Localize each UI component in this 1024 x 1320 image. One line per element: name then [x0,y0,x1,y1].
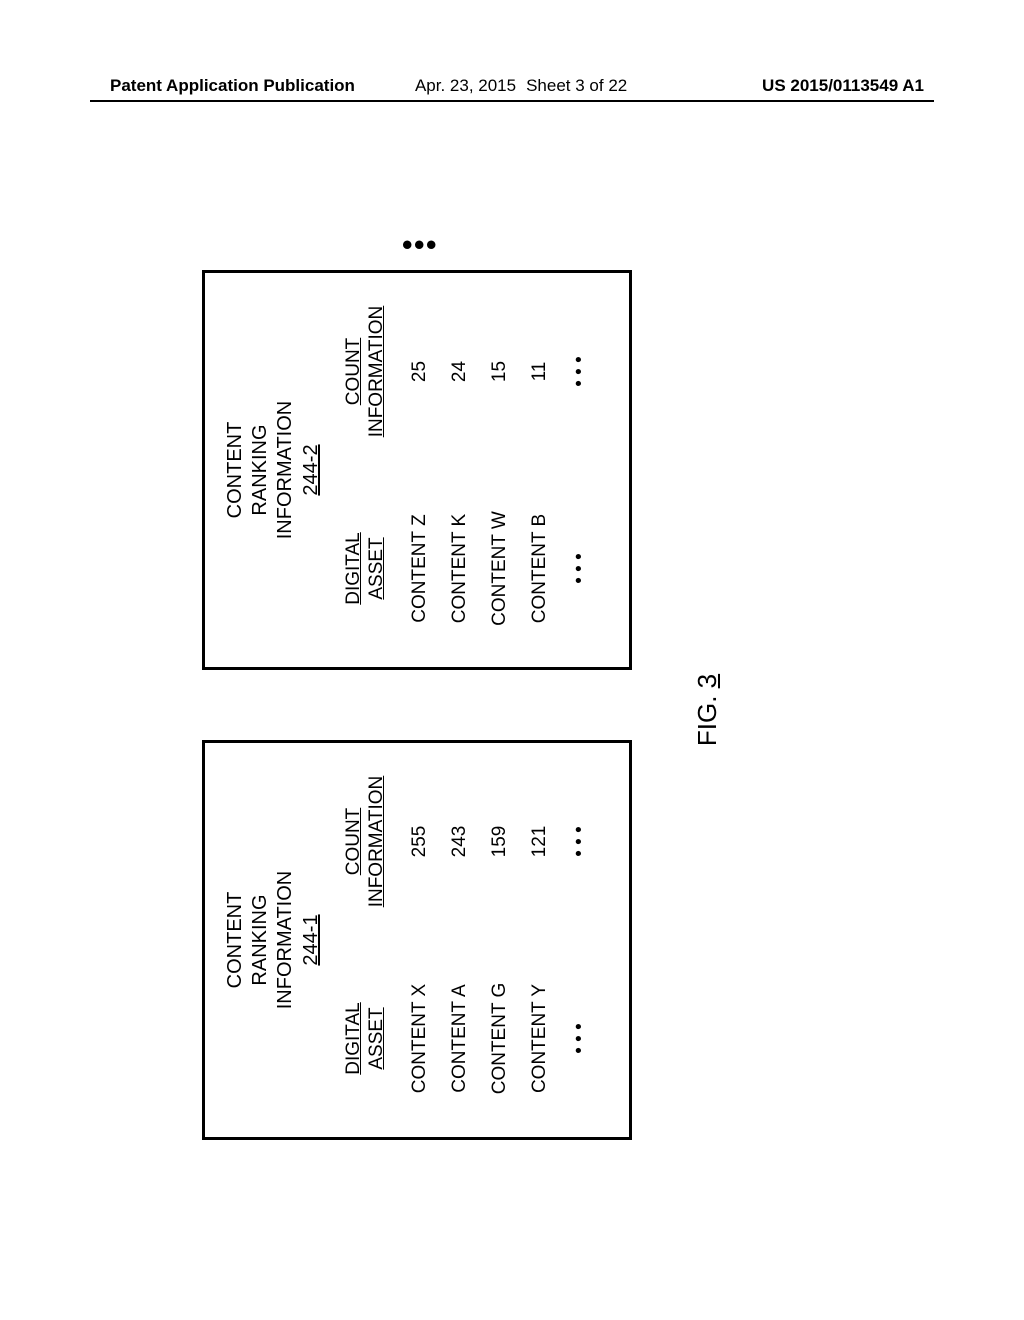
sheet-number: Sheet 3 of 22 [526,76,627,96]
column-header-line: COUNT [343,743,366,940]
table-row: CONTENT K 24 [449,273,471,667]
column-header-asset: DIGITAL ASSET [343,940,389,1137]
panel-title-line: INFORMATION [273,273,298,667]
patent-page: Patent Application Publication Apr. 23, … [0,0,1024,1320]
asset-cell: • • • [569,940,591,1137]
content-ranking-panel-244-1: CONTENT RANKING INFORMATION 244-1 DIGITA… [202,740,632,1140]
column-header-count: COUNT INFORMATION [343,273,389,470]
page-header: Patent Application Publication Apr. 23, … [0,76,1024,96]
figure-label: FIG. 3 [692,210,723,1210]
table-row: CONTENT Y 121 [529,743,551,1137]
panel-title: CONTENT RANKING INFORMATION 244-1 [223,743,323,1137]
panel-title-line: CONTENT [223,743,248,1137]
count-cell: • • • [569,273,591,470]
asset-cell: CONTENT Z [409,470,431,667]
count-cell: 15 [489,273,511,470]
panel-title-line: CONTENT [223,273,248,667]
asset-cell: CONTENT W [489,470,511,667]
count-cell: 255 [409,743,431,940]
column-header-line: INFORMATION [366,743,389,940]
count-cell: 121 [529,743,551,940]
data-rows: CONTENT X 255 CONTENT A 243 CONTENT G 15… [409,743,591,1137]
table-row: CONTENT G 159 [489,743,511,1137]
table-row: CONTENT W 15 [489,273,511,667]
content-ranking-panel-244-2: CONTENT RANKING INFORMATION 244-2 DIGITA… [202,270,632,670]
asset-cell: CONTENT K [449,470,471,667]
count-cell: 159 [489,743,511,940]
asset-cell: CONTENT X [409,940,431,1137]
data-rows: CONTENT Z 25 CONTENT K 24 CONTENT W 15 C… [409,273,591,667]
publication-date: Apr. 23, 2015 [415,76,516,96]
asset-cell: CONTENT B [529,470,551,667]
rotated-figure-wrapper: CONTENT RANKING INFORMATION 244-1 DIGITA… [152,210,872,1210]
asset-cell: CONTENT G [489,940,511,1137]
column-header-count: COUNT INFORMATION [343,743,389,940]
publication-number: US 2015/0113549 A1 [762,76,924,96]
count-cell: 11 [529,273,551,470]
panel-title-line: RANKING [248,273,273,667]
column-header-asset: DIGITAL ASSET [343,470,389,667]
column-header-line: ASSET [366,470,389,667]
header-rule [90,100,934,102]
dot-icon: • [426,239,438,250]
figure-number: 3 [692,674,722,688]
count-cell: 24 [449,273,471,470]
count-cell: 243 [449,743,471,940]
asset-cell: • • • [569,470,591,667]
figure-content: CONTENT RANKING INFORMATION 244-1 DIGITA… [152,210,872,1210]
asset-cell: CONTENT Y [529,940,551,1137]
panel-reference-number: 244-2 [300,444,323,495]
column-header-line: DIGITAL [343,940,366,1137]
figure-label-prefix: FIG. [692,696,722,747]
column-header-line: ASSET [366,940,389,1137]
table-row-ellipsis: • • • • • • [569,273,591,667]
column-headers: DIGITAL ASSET COUNT INFORMATION [343,273,389,667]
table-row: CONTENT A 243 [449,743,471,1137]
asset-cell: CONTENT A [449,940,471,1137]
more-panels-ellipsis-icon: • • • [402,239,438,250]
column-header-line: COUNT [343,273,366,470]
panel-reference-number: 244-1 [300,914,323,965]
table-row: CONTENT X 255 [409,743,431,1137]
column-header-line: INFORMATION [366,273,389,470]
count-cell: 25 [409,273,431,470]
count-cell: • • • [569,743,591,940]
table-row-ellipsis: • • • • • • [569,743,591,1137]
panel-title: CONTENT RANKING INFORMATION 244-2 [223,273,323,667]
panel-title-line: RANKING [248,743,273,1137]
column-headers: DIGITAL ASSET COUNT INFORMATION [343,743,389,1137]
panel-title-line: INFORMATION [273,743,298,1137]
publication-title: Patent Application Publication [110,76,355,96]
table-row: CONTENT Z 25 [409,273,431,667]
table-row: CONTENT B 11 [529,273,551,667]
column-header-line: DIGITAL [343,470,366,667]
